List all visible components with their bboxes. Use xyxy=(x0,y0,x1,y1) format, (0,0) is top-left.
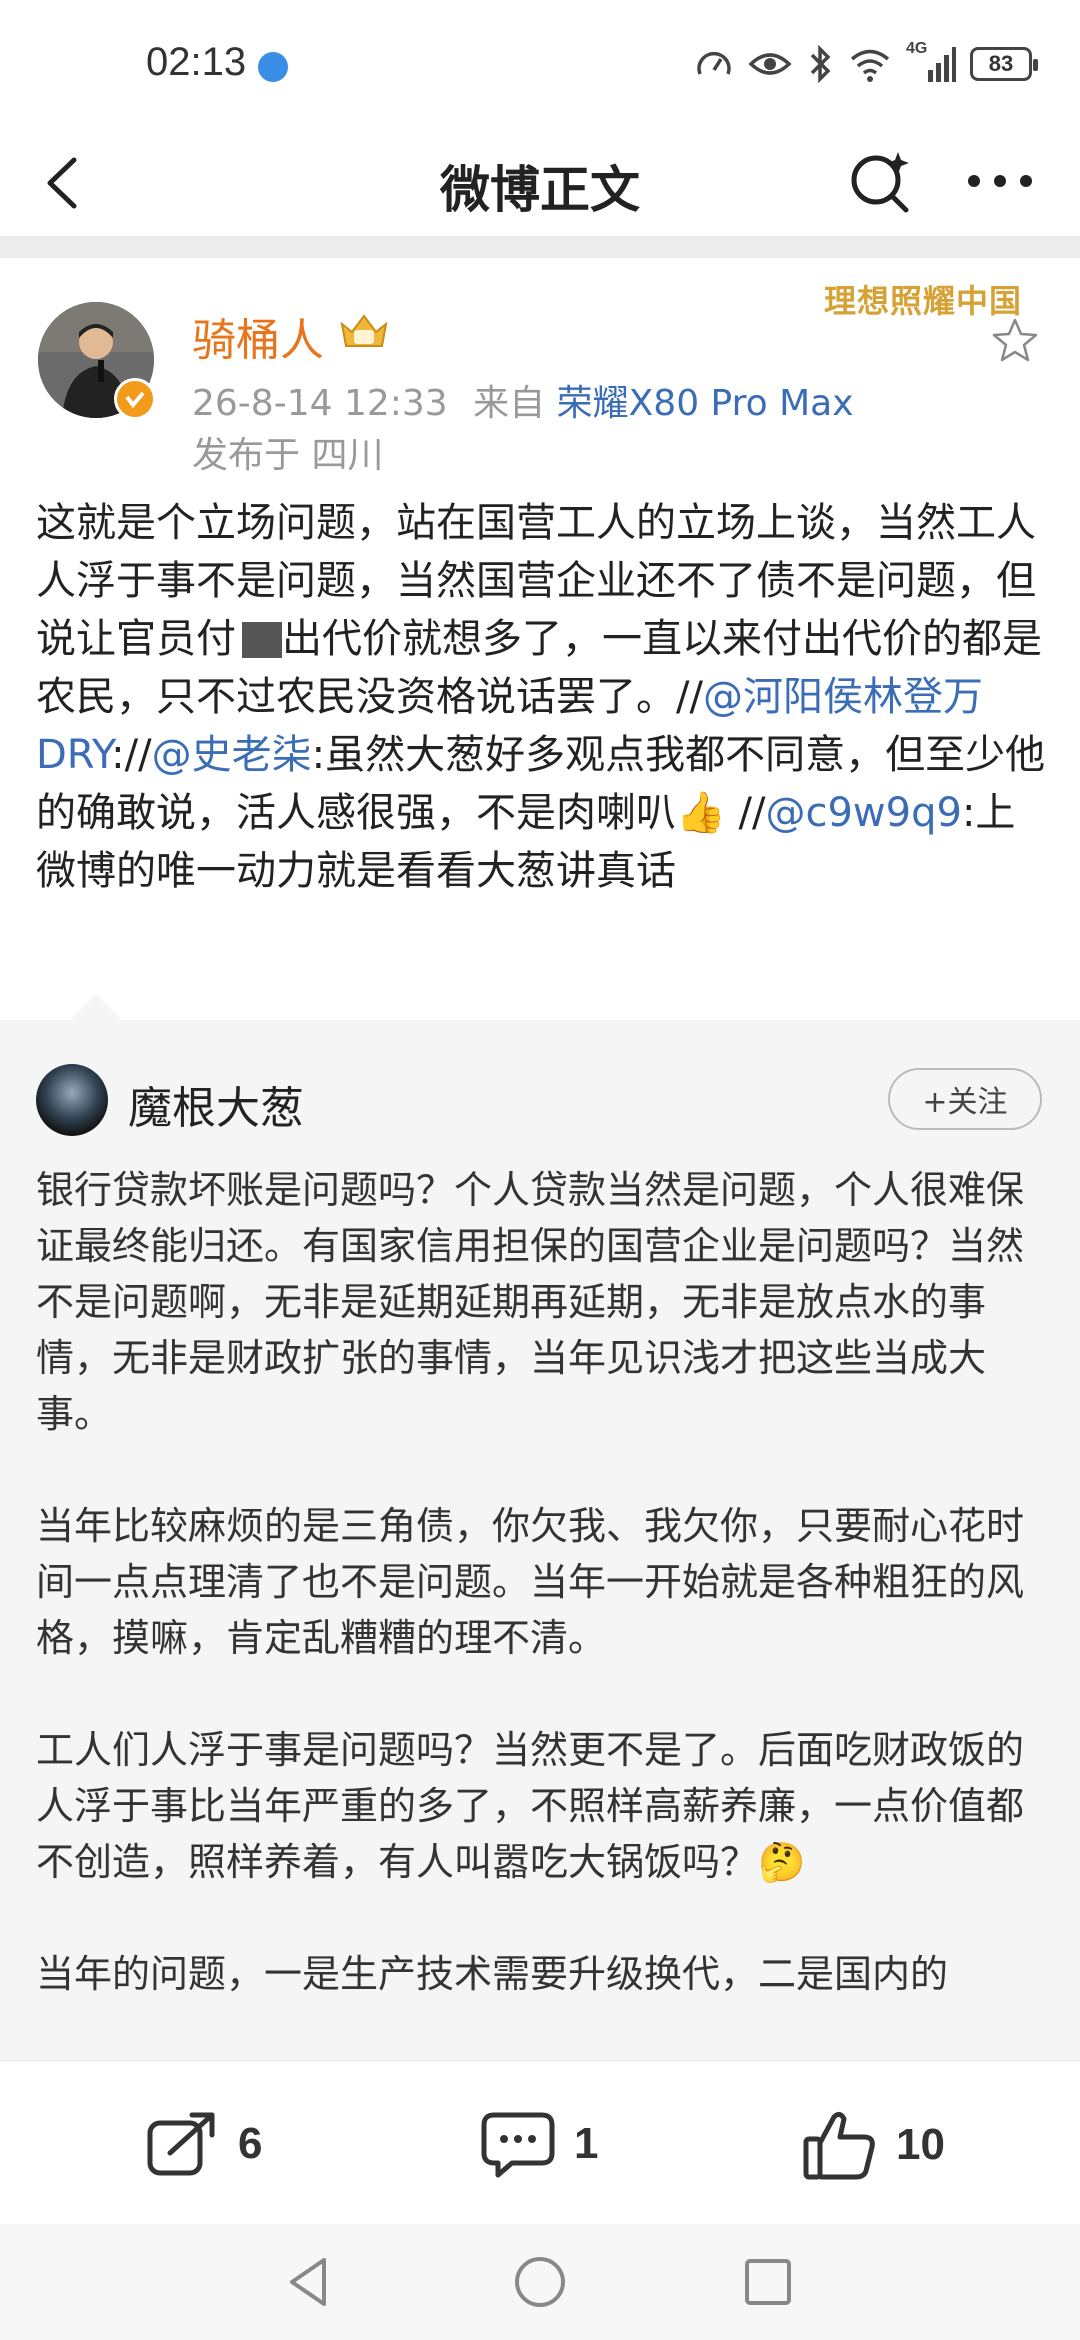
original-body: 银行贷款坏账是问题吗？个人贷款当然是问题，个人很难保证最终能归还。有国家信用担保… xyxy=(36,1162,1048,2058)
original-paragraph: 当年比较麻烦的是三角债，你欠我、我欠你，只要耐心花时间一点点理清了也不是问题。当… xyxy=(36,1504,1025,1660)
like-count: 10 xyxy=(896,2120,945,2169)
wifi-icon xyxy=(850,49,890,82)
post-body: 这就是个立场问题，站在国营工人的立场上谈，当然工人人浮于事不是问题，当然国营企业… xyxy=(36,494,1048,900)
cell-signal-icon: 4G xyxy=(906,40,956,84)
status-icons: 4G 83 xyxy=(694,40,1038,84)
author-name[interactable]: 骑桶人 xyxy=(192,304,324,368)
bluetooth-icon xyxy=(810,44,831,84)
star-outline-icon[interactable] xyxy=(990,316,1040,366)
verified-badge-icon xyxy=(114,378,156,420)
post-time: 26-8-14 12:33 xyxy=(192,383,448,424)
section-divider xyxy=(0,236,1080,258)
comment-count: 1 xyxy=(574,2119,599,2168)
thumbs-up-icon xyxy=(803,2111,875,2180)
system-back-icon[interactable] xyxy=(280,2252,340,2312)
status-bar: 02:13 4G 83 xyxy=(0,0,1080,130)
like-button[interactable]: 10 xyxy=(802,2109,945,2181)
status-time: 02:13 xyxy=(146,40,247,84)
post-device-link[interactable]: 荣耀X80 Pro Max xyxy=(557,383,854,424)
nav-bar: 微博正文 xyxy=(0,130,1080,236)
original-paragraph: 工人们人浮于事是问题吗？当然更不是了。后面吃财政饭的人浮于事比当年严重的多了，不… xyxy=(36,1728,1025,1884)
repost-button[interactable]: 6 xyxy=(146,2109,262,2179)
original-paragraph: 银行贷款坏账是问题吗？个人贷款当然是问题，个人很难保证最终能归还。有国家信用担保… xyxy=(36,1168,1025,1436)
comment-button[interactable]: 1 xyxy=(480,2109,598,2179)
action-bar: 6 1 10 xyxy=(0,2060,1080,2224)
original-author-name[interactable]: 魔根大葱 xyxy=(128,1072,304,1136)
more-dots-icon[interactable] xyxy=(960,146,1040,216)
obscured-text xyxy=(242,622,282,658)
post-location: 发布于 四川 xyxy=(192,435,384,476)
notification-dot-icon xyxy=(258,52,288,82)
speed-gauge-icon xyxy=(697,51,731,75)
comment-icon xyxy=(481,2112,555,2178)
system-recents-icon[interactable] xyxy=(738,2252,798,2312)
eye-icon xyxy=(748,53,792,75)
post-source-label: 来自 xyxy=(473,383,546,424)
original-author-avatar[interactable] xyxy=(36,1064,108,1136)
system-nav-bar xyxy=(0,2224,1080,2340)
search-sparkle-icon[interactable] xyxy=(846,146,916,216)
system-home-icon[interactable] xyxy=(510,2252,570,2312)
repost-count: 6 xyxy=(238,2119,263,2168)
page-title: 微博正文 xyxy=(440,161,640,219)
battery-indicator: 83 xyxy=(970,47,1038,81)
mention-link[interactable]: @史老柒 xyxy=(152,732,312,778)
post-separator: :// xyxy=(111,732,152,778)
repost-icon xyxy=(147,2112,215,2176)
crown-badge-icon xyxy=(340,314,388,347)
original-paragraph: 当年的问题，一是生产技术需要升级换代，二是国内的 xyxy=(36,1952,949,1996)
post-meta: 26-8-14 12:33 来自 荣耀X80 Pro Max xyxy=(192,374,854,426)
mention-link[interactable]: @c9w9q9 xyxy=(765,790,961,836)
follow-button[interactable]: +关注 xyxy=(888,1068,1042,1130)
